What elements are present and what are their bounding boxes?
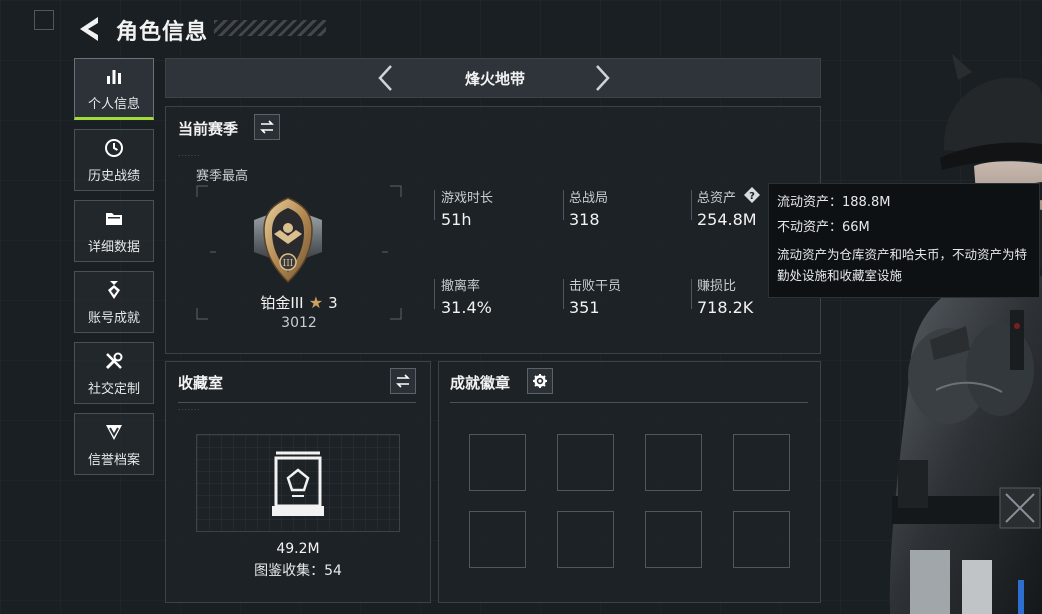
- sidebar-item-label: 账号成就: [87, 310, 140, 326]
- stat-label: 总资产: [697, 191, 737, 206]
- title-decoration: [214, 20, 326, 36]
- stat-label: 游戏时长: [441, 191, 494, 206]
- page-title: 角色信息: [116, 20, 209, 45]
- decor-text: ·······: [178, 406, 201, 414]
- collection-title: 收藏室: [178, 374, 224, 392]
- sidebar-item-label: 详细数据: [87, 239, 140, 255]
- clock-icon: [103, 137, 125, 159]
- tooltip-fixed-assets: 不动资产：66M: [777, 220, 870, 235]
- tooltip-description: 流动资产为仓库资产和哈夫币，不动资产为特勤处设施和收藏室设施: [777, 247, 1028, 283]
- back-arrow-icon: [80, 17, 98, 41]
- badge-slot[interactable]: [557, 511, 614, 568]
- svg-text:?: ?: [749, 191, 755, 202]
- bar-chart-icon: [103, 65, 125, 87]
- badge-slot[interactable]: [469, 511, 526, 568]
- rank-points: 3012: [281, 315, 317, 331]
- badge-slot[interactable]: [645, 511, 702, 568]
- swap-icon: [396, 374, 410, 388]
- stat-separator: [563, 279, 564, 309]
- stat-label: 撤离率: [441, 279, 481, 294]
- stat-separator: [691, 279, 692, 309]
- sidebar-item-details[interactable]: 详细数据: [74, 200, 154, 262]
- chevron-left-icon: [378, 65, 392, 91]
- sidebar-item-label: 信誉档案: [87, 452, 140, 468]
- sidebar-item-label: 历史战绩: [87, 168, 140, 184]
- achievements-divider: [450, 402, 808, 403]
- collection-value: 49.2M: [276, 541, 320, 557]
- achievements-settings-button[interactable]: [527, 368, 553, 394]
- assets-tooltip: 流动资产：188.8M 不动资产：66M 流动资产为仓库资产和哈夫币，不动资产为…: [768, 183, 1040, 298]
- stat-separator: [434, 279, 435, 309]
- mode-next-button[interactable]: [588, 62, 616, 94]
- sidebar-item-social[interactable]: 社交定制: [74, 342, 154, 404]
- achievements-title: 成就徽章: [450, 374, 511, 392]
- svg-text:III: III: [283, 259, 294, 269]
- sidebar-item-achievements[interactable]: 账号成就: [74, 271, 154, 333]
- mode-prev-button[interactable]: [372, 62, 400, 94]
- stat-value: 318: [569, 210, 600, 229]
- corner-decoration: [34, 10, 54, 30]
- stat-separator: [563, 190, 564, 220]
- collection-catalog: 图鉴收集：54: [254, 563, 342, 579]
- stat-value: 718.2K: [697, 298, 754, 317]
- sidebar-item-history[interactable]: 历史战绩: [74, 129, 154, 191]
- sidebar-item-personal-info[interactable]: 个人信息: [74, 58, 154, 120]
- badge-slot[interactable]: [557, 434, 614, 491]
- stat-value: 51h: [441, 210, 472, 229]
- sidebar-item-label: 个人信息: [87, 96, 140, 112]
- help-icon[interactable]: ?: [743, 186, 761, 204]
- sidebar: 个人信息 历史战绩 详细数据 账号成就 社交定制 信誉档案: [74, 58, 156, 484]
- stat-value: 31.4%: [441, 298, 492, 317]
- collection-divider: [178, 402, 416, 403]
- sidebar-item-label: 社交定制: [87, 381, 140, 397]
- display-case-icon: [272, 451, 324, 516]
- season-highest-label: 赛季最高: [196, 169, 249, 184]
- rank-name: 铂金III: [260, 294, 304, 312]
- season-title: 当前赛季: [178, 120, 239, 138]
- badge-slot[interactable]: [733, 511, 790, 568]
- tooltip-liquid-assets: 流动资产：188.8M: [777, 195, 891, 210]
- star-icon: ★: [308, 293, 324, 312]
- collection-switch-button[interactable]: [390, 368, 416, 394]
- stat-label: 击败干员: [569, 279, 622, 294]
- swap-icon: [260, 120, 274, 134]
- platinum-rank-emblem: III: [254, 197, 322, 284]
- stat-value: 351: [569, 298, 600, 317]
- stat-separator: [434, 190, 435, 220]
- chevron-right-icon: [596, 65, 610, 91]
- shield-icon: [103, 421, 125, 443]
- tools-icon: [103, 350, 125, 372]
- character-portrait: [889, 54, 1042, 614]
- gear-icon: [533, 374, 547, 388]
- badge-slot[interactable]: [645, 434, 702, 491]
- folder-icon: [103, 208, 125, 230]
- stat-separator: [691, 190, 692, 220]
- sidebar-item-reputation[interactable]: 信誉档案: [74, 413, 154, 475]
- medal-icon: [103, 279, 125, 301]
- mode-title: 烽火地带: [464, 70, 525, 88]
- badge-slot[interactable]: [733, 434, 790, 491]
- season-switch-button[interactable]: [254, 114, 280, 140]
- back-button[interactable]: [76, 14, 102, 44]
- stat-value: 254.8M: [697, 210, 757, 229]
- stat-label: 赚损比: [697, 279, 737, 294]
- stat-label: 总战局: [569, 191, 609, 206]
- rank-info: 铂金III ★ 3: [196, 292, 402, 313]
- badge-slot[interactable]: [469, 434, 526, 491]
- rank-stars: 3: [328, 294, 338, 312]
- decor-text: ·······: [178, 152, 201, 160]
